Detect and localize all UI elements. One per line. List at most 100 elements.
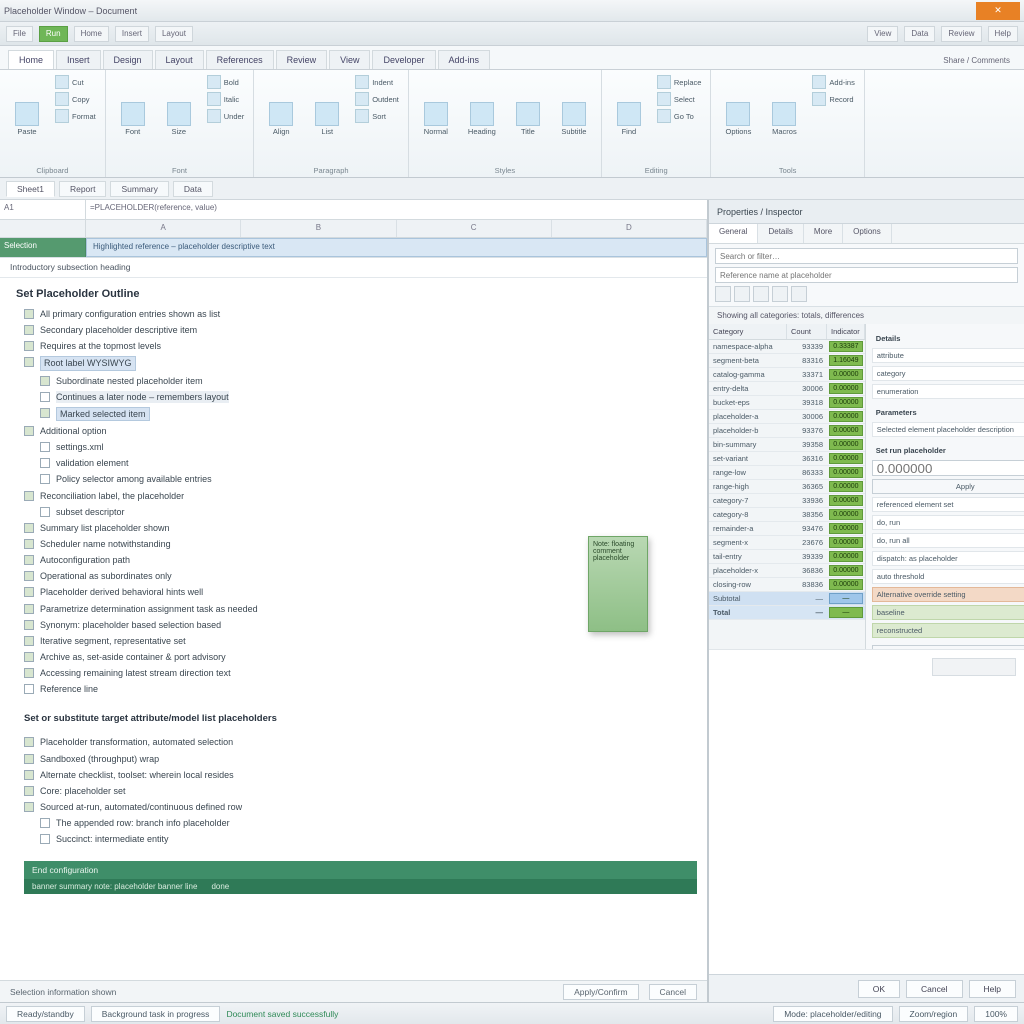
checkbox-icon[interactable] xyxy=(40,442,50,452)
checkbox-icon[interactable] xyxy=(40,834,50,844)
outline-item[interactable]: Iterative segment, representative set xyxy=(24,633,697,649)
table-row[interactable]: segment-beta833161.16049 xyxy=(709,354,865,368)
cancel-button[interactable]: Cancel xyxy=(649,984,697,1000)
sort-icon[interactable] xyxy=(734,286,750,302)
cancel-button-rp[interactable]: Cancel xyxy=(906,980,962,998)
checkbox-icon[interactable] xyxy=(24,341,34,351)
checkbox-icon[interactable] xyxy=(24,325,34,335)
checkbox-icon[interactable] xyxy=(40,507,50,517)
search-input[interactable] xyxy=(715,248,1018,264)
ok-button[interactable]: OK xyxy=(858,980,900,998)
checkbox-icon[interactable] xyxy=(24,555,34,565)
help-button[interactable]: Help xyxy=(969,980,1016,998)
th-count[interactable]: Count xyxy=(787,324,827,339)
side-item[interactable]: referenced element set xyxy=(872,497,1024,512)
rp-tab-general[interactable]: General xyxy=(709,224,758,243)
side-item-hl[interactable]: baseline xyxy=(872,605,1024,620)
table-row[interactable]: set-variant363160.00000 xyxy=(709,452,865,466)
font-button[interactable]: Font xyxy=(112,74,154,164)
indent[interactable]: Indent xyxy=(352,74,402,90)
style2[interactable]: Heading xyxy=(461,74,503,164)
rp-tab-more[interactable]: More xyxy=(804,224,843,243)
table-row[interactable]: entry-delta300060.00000 xyxy=(709,382,865,396)
status-zoom[interactable]: 100% xyxy=(974,1006,1018,1022)
outline-item[interactable]: Additional option xyxy=(24,423,697,439)
ribbon-tab-view[interactable]: View xyxy=(329,50,370,69)
qat-run[interactable]: Run xyxy=(39,26,68,42)
checkbox-icon[interactable] xyxy=(24,357,34,367)
apply-button[interactable]: Apply/Confirm xyxy=(563,984,638,1000)
side-item[interactable]: auto threshold xyxy=(872,569,1024,584)
outline-item[interactable]: Requires at the topmost levels xyxy=(24,338,697,354)
outline-item[interactable]: Continues a later node – remembers layou… xyxy=(24,389,697,405)
checkbox-icon[interactable] xyxy=(40,818,50,828)
refresh-icon[interactable] xyxy=(772,286,788,302)
checkbox-icon[interactable] xyxy=(24,309,34,319)
qat-file[interactable]: File xyxy=(6,26,33,42)
ribbon-tab-layout[interactable]: Layout xyxy=(155,50,204,69)
ribbon-tab-insert[interactable]: Insert xyxy=(56,50,101,69)
checkbox-icon[interactable] xyxy=(24,571,34,581)
name-box[interactable]: A1 xyxy=(0,200,86,219)
expand-icon[interactable] xyxy=(791,286,807,302)
col-c[interactable]: C xyxy=(397,220,552,237)
style3[interactable]: Title xyxy=(507,74,549,164)
outline-item[interactable]: Marked selected item xyxy=(24,405,697,423)
outdent[interactable]: Outdent xyxy=(352,91,402,107)
side-item[interactable]: do, run all xyxy=(872,533,1024,548)
goto[interactable]: Go To xyxy=(654,108,705,124)
checkbox-icon[interactable] xyxy=(24,737,34,747)
checkbox-icon[interactable] xyxy=(24,684,34,694)
underline[interactable]: Under xyxy=(204,108,247,124)
table-row[interactable]: remainder-a934760.00000 xyxy=(709,522,865,536)
outline-item[interactable]: validation element xyxy=(24,455,697,471)
outline-item[interactable]: Reconciliation label, the placeholder xyxy=(24,488,697,504)
side-item[interactable]: attribute xyxy=(872,348,1024,363)
table-row[interactable]: Total—— xyxy=(709,606,865,620)
window-close-button[interactable]: ✕ xyxy=(976,2,1020,20)
checkbox-icon[interactable] xyxy=(24,523,34,533)
table-row[interactable]: namespace-alpha933390.33387 xyxy=(709,340,865,354)
replace[interactable]: Replace xyxy=(654,74,705,90)
outline-item[interactable]: settings.xml xyxy=(24,439,697,455)
ghost-button[interactable] xyxy=(932,658,1016,676)
qat-view[interactable]: View xyxy=(867,26,898,42)
checkbox-icon[interactable] xyxy=(24,587,34,597)
outline-item[interactable]: Policy selector among available entries xyxy=(24,471,697,487)
checkbox-icon[interactable] xyxy=(40,458,50,468)
qat-review[interactable]: Review xyxy=(941,26,981,42)
paste-button[interactable]: Paste xyxy=(6,74,48,164)
ribbon-tab-addins[interactable]: Add-ins xyxy=(438,50,491,69)
tool1[interactable]: Options xyxy=(717,74,759,164)
side-item-override[interactable]: Alternative override setting xyxy=(872,587,1024,602)
table-row[interactable]: tail-entry393390.00000 xyxy=(709,550,865,564)
tool2[interactable]: Macros xyxy=(763,74,805,164)
outline-item[interactable]: Alternate checklist, toolset: wherein lo… xyxy=(24,767,697,783)
sort[interactable]: Sort xyxy=(352,108,402,124)
table-row[interactable]: catalog-gamma333710.00000 xyxy=(709,368,865,382)
ribbon-tab-review[interactable]: Review xyxy=(276,50,328,69)
group-icon[interactable] xyxy=(753,286,769,302)
checkbox-icon[interactable] xyxy=(24,668,34,678)
table-row[interactable]: range-low863330.00000 xyxy=(709,466,865,480)
copy[interactable]: Copy xyxy=(52,91,99,107)
th-indicator[interactable]: Indicator xyxy=(827,324,865,339)
outline-item[interactable]: All primary configuration entries shown … xyxy=(24,306,697,322)
side-item[interactable]: category xyxy=(872,366,1024,381)
checkbox-icon[interactable] xyxy=(24,802,34,812)
col-a[interactable]: A xyxy=(86,220,241,237)
th-category[interactable]: Category xyxy=(709,324,787,339)
table-row[interactable]: category-8383560.00000 xyxy=(709,508,865,522)
table-row[interactable]: category-7339360.00000 xyxy=(709,494,865,508)
rp-tab-options[interactable]: Options xyxy=(843,224,892,243)
outline-item[interactable]: The appended row: branch info placeholde… xyxy=(24,815,697,831)
reference-input[interactable] xyxy=(715,267,1018,283)
status-task[interactable]: Background task in progress xyxy=(91,1006,221,1022)
style1[interactable]: Normal xyxy=(415,74,457,164)
cut[interactable]: Cut xyxy=(52,74,99,90)
col-b[interactable]: B xyxy=(241,220,396,237)
status-ready[interactable]: Ready/standby xyxy=(6,1006,85,1022)
outline-item[interactable]: Archive as, set-aside container & port a… xyxy=(24,649,697,665)
checkbox-icon[interactable] xyxy=(24,620,34,630)
qat-insert[interactable]: Insert xyxy=(115,26,149,42)
